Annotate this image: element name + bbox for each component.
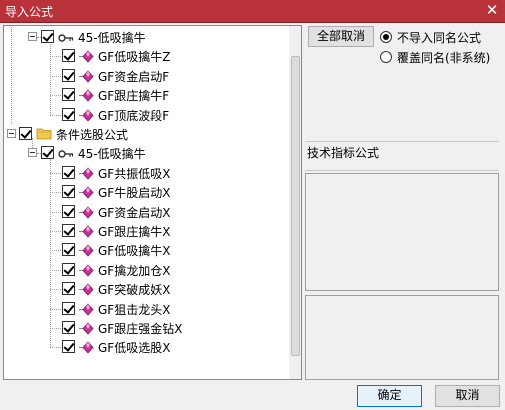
tree-item-label: GF擒龙加仓X [98, 263, 171, 278]
tree-row[interactable]: GF顶底波段F [4, 105, 288, 125]
tree-checkbox[interactable] [62, 107, 75, 121]
radio-overwrite-same-name[interactable]: 覆盖同名(非系统) [380, 49, 500, 65]
radio-indicator[interactable] [380, 51, 392, 63]
key-icon [58, 32, 74, 42]
tree-checkbox[interactable] [62, 185, 75, 199]
tree-row[interactable]: GF资金启动X [4, 202, 288, 222]
tree-item-label: GF低吸擒牛X [98, 244, 171, 259]
tree-row[interactable]: GF资金启动F [4, 66, 288, 86]
tree-item-label: GF牛股启动X [98, 186, 171, 201]
key-icon [58, 148, 74, 159]
tree-checkbox[interactable] [41, 146, 54, 160]
radio-label: 不导入同名公式 [397, 31, 482, 45]
tree-item-label: GF低吸擒牛Z [98, 50, 171, 65]
tree-item-label: 条件选股公式 [56, 128, 129, 142]
folder-icon [36, 127, 52, 140]
diamond-icon [79, 283, 95, 296]
tree-row[interactable]: GF低吸选股X [4, 337, 288, 357]
radio-no-import-same-name[interactable]: 不导入同名公式 [380, 29, 500, 45]
tree-checkbox[interactable] [19, 127, 32, 140]
tree-item-label: GF跟庄强金钻X [98, 322, 183, 336]
ok-button[interactable]: 确定 [357, 385, 422, 407]
close-icon[interactable]: ✕ [483, 0, 501, 20]
info-panel-top [305, 173, 499, 291]
tree-row[interactable]: GF狙击龙头X [4, 299, 288, 319]
tree-item-label: GF低吸选股X [98, 341, 171, 356]
tree-item-label: GF跟庄擒牛F [98, 89, 170, 104]
diamond-icon [79, 205, 95, 219]
tree-item-label: GF资金启动X [98, 205, 171, 220]
info-panel-bottom [305, 295, 499, 380]
tree-row[interactable]: GF低吸擒牛X [4, 240, 288, 260]
tree-row[interactable]: GF突破成妖X [4, 279, 288, 299]
tree-checkbox[interactable] [62, 262, 75, 276]
diamond-icon [79, 108, 95, 122]
diamond-icon [79, 186, 95, 199]
tree-checkbox[interactable] [62, 165, 75, 179]
tree-row[interactable]: GF低吸擒牛Z [4, 46, 288, 66]
tree-item-label: GF顶底波段F [98, 108, 170, 123]
cancel-all-button[interactable]: 全部取消 [308, 26, 374, 47]
tree-row[interactable]: GF跟庄擒牛X [4, 221, 288, 241]
tree-checkbox[interactable] [62, 301, 75, 315]
diamond-icon [79, 225, 95, 238]
tree-checkbox[interactable] [62, 49, 75, 63]
cancel-button[interactable]: 取消 [435, 385, 500, 407]
tree-collapse-icon[interactable] [28, 32, 37, 41]
radio-indicator[interactable] [380, 31, 392, 43]
tree-item-label: 45-低吸擒牛 [78, 31, 146, 45]
tree-checkbox[interactable] [62, 282, 75, 296]
diamond-icon [79, 50, 95, 63]
tree-checkbox[interactable] [41, 30, 54, 43]
tree-row[interactable]: GF共振低吸X [4, 163, 288, 183]
tree-scrollbar[interactable] [289, 26, 301, 379]
tree-item-label: GF狙击龙头X [98, 302, 171, 317]
scroll-thumb[interactable] [291, 56, 300, 356]
import-formula-dialog: 45-低吸擒牛 GF低吸擒牛Z GF资金启动F GF跟庄擒牛F GF顶底波段F 条件选股公… [0, 22, 505, 410]
radio-label: 覆盖同名(非系统) [397, 51, 491, 65]
tree-row[interactable]: 条件选股公式 [4, 124, 288, 144]
tree-row[interactable]: GF跟庄强金钻X [4, 318, 288, 338]
window-title: 导入公式 [5, 5, 54, 19]
tree-checkbox[interactable] [62, 243, 75, 257]
tree-checkbox[interactable] [62, 321, 75, 334]
tree-item-label: GF资金启动F [98, 69, 170, 84]
formula-tree[interactable]: 45-低吸擒牛 GF低吸擒牛Z GF资金启动F GF跟庄擒牛F GF顶底波段F 条件选股公… [3, 25, 302, 380]
tree-item-label: GF共振低吸X [98, 166, 171, 181]
diamond-icon [79, 70, 95, 83]
diamond-icon [79, 302, 95, 316]
tree-item-label: GF突破成妖X [98, 283, 171, 298]
tree-item-label: 45-低吸擒牛 [78, 147, 146, 162]
tech-indicator-label: 技术指标公式 [305, 141, 499, 171]
tree-collapse-icon[interactable] [28, 148, 37, 158]
tree-row[interactable]: 45-低吸擒牛 [4, 27, 288, 47]
diamond-icon [79, 89, 95, 102]
diamond-icon [79, 264, 95, 277]
diamond-icon [79, 167, 95, 180]
tree-row[interactable]: GF牛股启动X [4, 182, 288, 202]
tree-collapse-icon[interactable] [7, 129, 16, 138]
tree-item-label: GF跟庄擒牛X [98, 225, 171, 239]
tree-checkbox[interactable] [62, 204, 75, 218]
diamond-icon [79, 341, 95, 354]
tree-row[interactable]: GF跟庄擒牛F [4, 85, 288, 105]
tree-checkbox[interactable] [62, 68, 75, 82]
tree-checkbox[interactable] [62, 340, 75, 354]
diamond-icon [79, 322, 95, 335]
tree-checkbox[interactable] [62, 88, 75, 102]
tree-row[interactable]: GF擒龙加仓X [4, 260, 288, 280]
title-bar: 导入公式 ✕ [0, 0, 505, 22]
tree-row[interactable]: 45-低吸擒牛 [4, 143, 288, 163]
diamond-icon [79, 244, 95, 257]
tree-checkbox[interactable] [62, 224, 75, 237]
